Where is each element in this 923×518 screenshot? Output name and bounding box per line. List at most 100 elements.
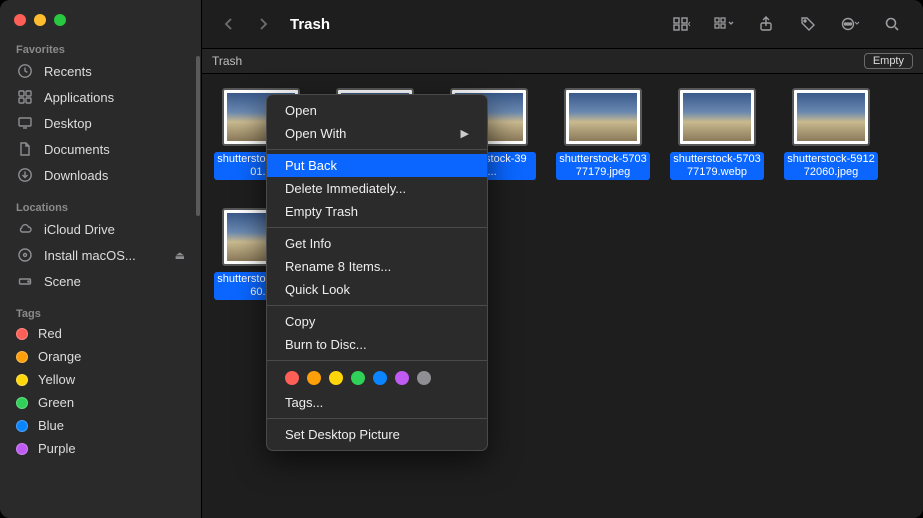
sidebar-item-icloud[interactable]: iCloud Drive <box>0 216 201 242</box>
file-item[interactable]: shutterstock-570377179.jpeg <box>556 88 650 180</box>
tags-button[interactable] <box>791 10 825 38</box>
tag-dot-icon <box>16 351 28 363</box>
ctx-open[interactable]: Open <box>267 99 487 122</box>
sidebar-tag-purple[interactable]: Purple <box>0 437 201 460</box>
ctx-set-desktop-picture[interactable]: Set Desktop Picture <box>267 423 487 446</box>
sidebar-label: Applications <box>44 90 114 105</box>
sidebar-item-downloads[interactable]: Downloads <box>0 162 201 188</box>
tag-dot-icon <box>16 374 28 386</box>
disc-icon <box>16 246 34 264</box>
cloud-icon <box>16 220 34 238</box>
toolbar: Trash <box>202 0 923 48</box>
tag-dot-icon <box>16 328 28 340</box>
ctx-copy[interactable]: Copy <box>267 310 487 333</box>
sidebar-label: Blue <box>38 418 64 433</box>
path-bar: Trash Empty <box>202 48 923 74</box>
finder-window: Favorites Recents Applications Desktop D… <box>0 0 923 518</box>
action-button[interactable] <box>833 10 867 38</box>
document-icon <box>16 140 34 158</box>
drive-icon <box>16 272 34 290</box>
sidebar-label: Red <box>38 326 62 341</box>
sidebar-label: Purple <box>38 441 76 456</box>
sidebar-tag-yellow[interactable]: Yellow <box>0 368 201 391</box>
sidebar-item-install-macos[interactable]: Install macOS... ⏏ <box>0 242 201 268</box>
ctx-quick-look[interactable]: Quick Look <box>267 278 487 301</box>
ctx-separator <box>267 227 487 228</box>
group-button[interactable] <box>707 10 741 38</box>
close-window-button[interactable] <box>14 14 26 26</box>
file-thumbnail <box>678 88 756 146</box>
tag-color-blue[interactable] <box>373 371 387 385</box>
share-button[interactable] <box>749 10 783 38</box>
forward-button[interactable] <box>250 11 276 37</box>
sidebar-tag-red[interactable]: Red <box>0 322 201 345</box>
path-location: Trash <box>212 54 242 68</box>
sidebar-section-favorites: Favorites <box>0 38 201 58</box>
ctx-separator <box>267 418 487 419</box>
sidebar-item-scene[interactable]: Scene <box>0 268 201 294</box>
minimize-window-button[interactable] <box>34 14 46 26</box>
clock-icon <box>16 62 34 80</box>
tag-color-orange[interactable] <box>307 371 321 385</box>
ctx-rename[interactable]: Rename 8 Items... <box>267 255 487 278</box>
sidebar-label: Downloads <box>44 168 108 183</box>
zoom-window-button[interactable] <box>54 14 66 26</box>
tag-color-yellow[interactable] <box>329 371 343 385</box>
ctx-open-with[interactable]: Open With▶ <box>267 122 487 145</box>
ctx-separator <box>267 149 487 150</box>
sidebar-label: Yellow <box>38 372 75 387</box>
sidebar-label: Green <box>38 395 74 410</box>
ctx-separator <box>267 360 487 361</box>
sidebar-label: iCloud Drive <box>44 222 115 237</box>
ctx-delete-immediately[interactable]: Delete Immediately... <box>267 177 487 200</box>
sidebar-label: Recents <box>44 64 92 79</box>
file-item[interactable]: shutterstock-570377179.webp <box>670 88 764 180</box>
sidebar-tag-orange[interactable]: Orange <box>0 345 201 368</box>
tag-dot-icon <box>16 397 28 409</box>
ctx-separator <box>267 305 487 306</box>
sidebar: Favorites Recents Applications Desktop D… <box>0 0 202 518</box>
file-thumbnail <box>792 88 870 146</box>
tag-color-gray[interactable] <box>417 371 431 385</box>
sidebar-tag-blue[interactable]: Blue <box>0 414 201 437</box>
ctx-empty-trash[interactable]: Empty Trash <box>267 200 487 223</box>
chevron-right-icon: ▶ <box>461 127 469 140</box>
back-button[interactable] <box>216 11 242 37</box>
ctx-get-info[interactable]: Get Info <box>267 232 487 255</box>
window-controls <box>0 10 201 38</box>
file-name: shutterstock-570377179.webp <box>670 152 764 180</box>
sidebar-label: Install macOS... <box>44 248 136 263</box>
download-icon <box>16 166 34 184</box>
sidebar-label: Orange <box>38 349 81 364</box>
empty-trash-button[interactable]: Empty <box>864 53 913 69</box>
tag-color-red[interactable] <box>285 371 299 385</box>
ctx-put-back[interactable]: Put Back <box>267 154 487 177</box>
tag-dot-icon <box>16 443 28 455</box>
sidebar-item-documents[interactable]: Documents <box>0 136 201 162</box>
sidebar-item-recents[interactable]: Recents <box>0 58 201 84</box>
context-menu: Open Open With▶ Put Back Delete Immediat… <box>266 94 488 451</box>
tag-color-green[interactable] <box>351 371 365 385</box>
view-icons-button[interactable] <box>665 10 699 38</box>
sidebar-label: Documents <box>44 142 110 157</box>
sidebar-section-locations: Locations <box>0 196 201 216</box>
file-name: shutterstock-570377179.jpeg <box>556 152 650 180</box>
sidebar-item-applications[interactable]: Applications <box>0 84 201 110</box>
file-item[interactable]: shutterstock-591272060.jpeg <box>784 88 878 180</box>
sidebar-item-desktop[interactable]: Desktop <box>0 110 201 136</box>
desktop-icon <box>16 114 34 132</box>
search-button[interactable] <box>875 10 909 38</box>
sidebar-label: Scene <box>44 274 81 289</box>
ctx-tag-colors <box>267 365 487 391</box>
apps-icon <box>16 88 34 106</box>
sidebar-tag-green[interactable]: Green <box>0 391 201 414</box>
tag-color-purple[interactable] <box>395 371 409 385</box>
sidebar-section-tags: Tags <box>0 302 201 322</box>
ctx-burn[interactable]: Burn to Disc... <box>267 333 487 356</box>
eject-icon[interactable]: ⏏ <box>175 249 185 262</box>
sidebar-scrollbar[interactable] <box>196 56 200 216</box>
file-thumbnail <box>564 88 642 146</box>
file-name: shutterstock-591272060.jpeg <box>784 152 878 180</box>
tag-dot-icon <box>16 420 28 432</box>
ctx-tags[interactable]: Tags... <box>267 391 487 414</box>
